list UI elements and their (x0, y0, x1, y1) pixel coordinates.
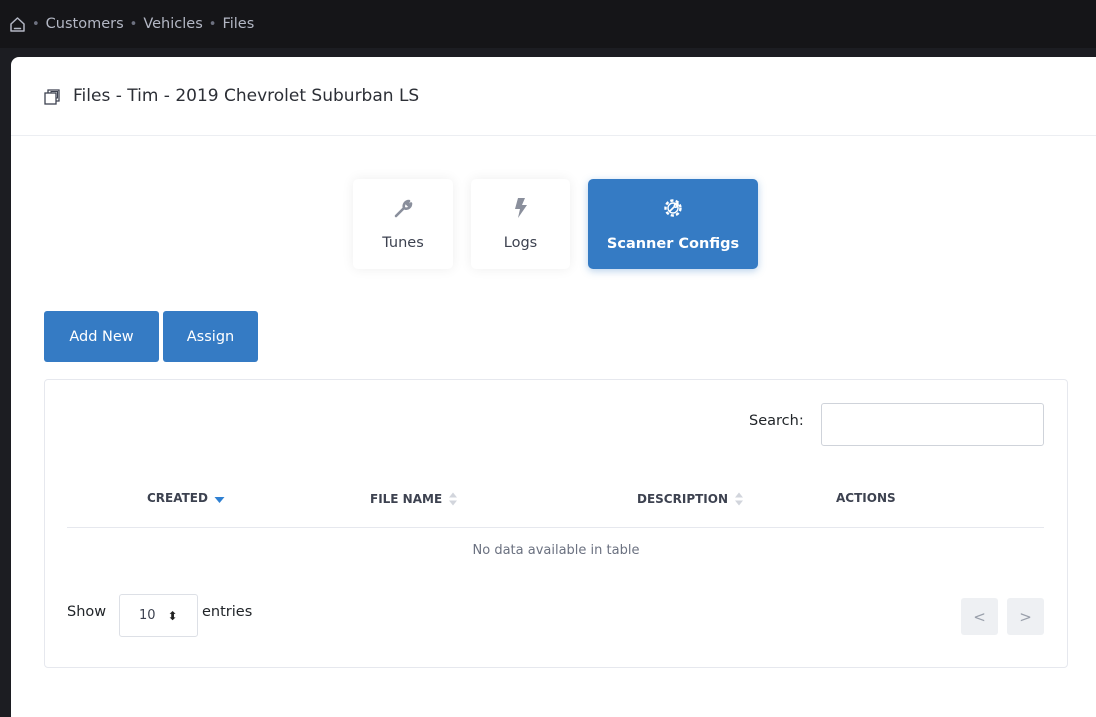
windows-icon (44, 88, 63, 105)
tab-scanner-configs-label: Scanner Configs (606, 236, 740, 252)
wrench-icon (392, 197, 414, 223)
panel-header: Files - Tim - 2019 Chevrolet Suburban LS (11, 57, 1096, 136)
column-header-description-label: DESCRIPTION (637, 492, 729, 506)
column-header-created[interactable]: CREATED (147, 491, 225, 505)
sort-desc-icon (214, 492, 225, 504)
breadcrumb-separator: • (129, 16, 138, 32)
pagination-next-button[interactable]: > (1007, 598, 1044, 635)
files-table-card: Search: CREATED FILE NAME DESCRIPTION AC… (44, 379, 1068, 668)
column-header-created-label: CREATED (147, 491, 208, 505)
column-header-actions: ACTIONS (836, 491, 896, 505)
lightning-icon (513, 197, 529, 223)
entries-length-select[interactable]: 10 ⬍ (119, 594, 198, 637)
add-new-button[interactable]: Add New (44, 311, 159, 362)
breadcrumb: • Customers • Vehicles • Files (9, 16, 254, 33)
show-label: Show (67, 604, 107, 620)
tab-scanner-configs[interactable]: Scanner Configs (588, 179, 758, 269)
home-icon[interactable] (9, 16, 26, 33)
updown-caret-icon: ⬍ (167, 608, 178, 623)
column-header-file-name-label: FILE NAME (370, 492, 443, 506)
search-input[interactable] (821, 403, 1044, 446)
file-type-tabs: Tunes Logs Scanner Configs (11, 179, 1096, 269)
tab-tunes[interactable]: Tunes (353, 179, 453, 269)
breadcrumb-item-files[interactable]: Files (222, 16, 254, 32)
main-panel: Files - Tim - 2019 Chevrolet Suburban LS… (11, 57, 1096, 717)
page-title: Files - Tim - 2019 Chevrolet Suburban LS (73, 86, 420, 106)
top-bar: • Customers • Vehicles • Files (0, 0, 1096, 48)
chevron-left-icon: < (973, 607, 986, 626)
chevron-right-icon: > (1019, 607, 1032, 626)
tab-logs-label: Logs (503, 235, 538, 251)
column-header-file-name[interactable]: FILE NAME (370, 491, 458, 507)
entries-length-value: 10 (139, 608, 156, 623)
breadcrumb-item-customers[interactable]: Customers (46, 16, 124, 32)
pagination-prev-button[interactable]: < (961, 598, 998, 635)
header-divider (67, 527, 1044, 528)
sort-both-icon (734, 491, 744, 507)
tab-logs[interactable]: Logs (471, 179, 570, 269)
column-header-description[interactable]: DESCRIPTION (637, 491, 744, 507)
empty-table-message: No data available in table (472, 543, 640, 558)
tab-tunes-label: Tunes (382, 235, 424, 251)
search-label: Search: (749, 413, 804, 429)
breadcrumb-separator: • (32, 16, 40, 32)
column-header-actions-label: ACTIONS (836, 491, 896, 505)
breadcrumb-separator: • (208, 16, 217, 32)
entries-label: entries (202, 604, 253, 620)
sort-both-icon (448, 491, 458, 507)
assign-button[interactable]: Assign (163, 311, 258, 362)
breadcrumb-item-vehicles[interactable]: Vehicles (143, 16, 202, 32)
gear-wrench-icon (661, 196, 685, 224)
